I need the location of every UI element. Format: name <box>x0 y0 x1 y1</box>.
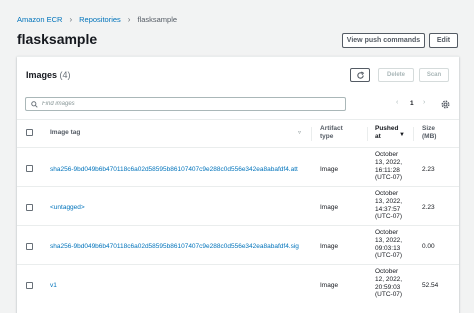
pushed-at-line: (UTC-07) <box>375 252 403 260</box>
breadcrumb-current: flasksample <box>137 14 178 24</box>
refresh-button[interactable] <box>350 68 370 82</box>
pushed-at-line: 13, 2022, <box>375 236 403 244</box>
column-header-artifact-type-line-2: type <box>320 133 334 140</box>
select-all-checkbox[interactable] <box>26 129 33 136</box>
images-title: Images <box>26 70 58 80</box>
scan-button[interactable]: Scan <box>419 68 449 82</box>
breadcrumb-repositories[interactable]: Repositories <box>79 15 121 24</box>
view-push-commands-button[interactable]: View push commands <box>342 33 425 48</box>
size: 52.54 <box>422 282 439 289</box>
search-input[interactable] <box>42 101 322 107</box>
pushed-at-line: 20:59:03 <box>375 283 401 291</box>
pushed-at-line: 14:37:57 <box>375 205 401 213</box>
breadcrumb-amazon-ecr[interactable]: Amazon ECR <box>17 15 62 24</box>
pushed-at-line: October <box>375 151 399 158</box>
size: 2.23 <box>422 204 435 211</box>
pushed-at: October 13, 2022, 14:37:57 (UTC-07) <box>375 190 402 221</box>
pushed-at-line: (UTC-07) <box>375 213 403 221</box>
pushed-at-line: (UTC-07) <box>375 174 403 182</box>
page-number[interactable]: 1 <box>410 100 414 107</box>
artifact-type: Image <box>320 243 339 250</box>
column-header-artifact-type[interactable]: Artifact type <box>320 125 343 141</box>
pushed-at-line: 09:03:13 <box>375 244 401 252</box>
column-header-image-tag[interactable]: Image tag <box>50 129 80 137</box>
chevron-right-icon: › <box>127 14 131 24</box>
column-header-size-line-1: Size <box>422 125 436 132</box>
column-divider <box>311 127 312 141</box>
pushed-at-line: October <box>375 190 399 197</box>
search-icon <box>31 100 38 108</box>
sort-icon[interactable]: ▿ <box>298 129 301 136</box>
sort-descending-icon[interactable]: ▼ <box>399 132 405 138</box>
size: 2.23 <box>422 166 435 173</box>
artifact-type: Image <box>320 282 339 289</box>
refresh-icon <box>356 70 364 79</box>
row-checkbox[interactable] <box>26 165 33 172</box>
size: 0.00 <box>422 243 435 250</box>
image-tag-link[interactable]: <untagged> <box>50 204 85 212</box>
pushed-at-line: October <box>375 268 399 275</box>
image-tag-link[interactable]: v1 <box>50 282 57 290</box>
divider <box>17 225 459 226</box>
divider <box>17 147 459 148</box>
row-checkbox[interactable] <box>26 282 33 289</box>
pushed-at-line: 12, 2022, <box>375 275 403 283</box>
column-divider <box>413 127 414 141</box>
chevron-right-icon: › <box>69 14 73 24</box>
previous-page-icon[interactable]: ‹ <box>396 99 398 106</box>
breadcrumb: Amazon ECR › Repositories › flasksample <box>17 13 177 25</box>
divider <box>17 264 459 265</box>
column-header-size[interactable]: Size (MB) <box>422 125 436 141</box>
page-title: flasksample <box>17 31 98 47</box>
divider <box>17 186 459 187</box>
pushed-at-line: (UTC-07) <box>375 291 403 299</box>
image-tag-link[interactable]: sha256-9bd049b6b470118c6a02d58595b861074… <box>50 243 299 251</box>
images-panel: Images (4) Delete Scan ‹ 1 › Image tag ▿… <box>17 56 459 313</box>
row-checkbox[interactable] <box>26 243 33 250</box>
pushed-at-line: 13, 2022, <box>375 158 403 166</box>
artifact-type: Image <box>320 166 339 173</box>
pushed-at-line: 13, 2022, <box>375 197 403 205</box>
settings-gear-icon[interactable] <box>441 100 450 109</box>
delete-button[interactable]: Delete <box>378 68 414 82</box>
image-tag-link[interactable]: sha256-9bd049b6b470118c6a02d58595b861074… <box>50 166 298 174</box>
artifact-type: Image <box>320 204 339 211</box>
pushed-at-line: October <box>375 229 399 236</box>
search-input-wrapper <box>25 97 346 111</box>
row-checkbox[interactable] <box>26 204 33 211</box>
pushed-at: October 13, 2022, 16:11:28 (UTC-07) <box>375 151 402 182</box>
column-header-pushed-at[interactable]: Pushed at <box>375 125 398 141</box>
pushed-at: October 12, 2022, 20:59:03 (UTC-07) <box>375 268 402 299</box>
divider <box>17 119 459 120</box>
images-count: (4) <box>59 70 71 80</box>
column-divider <box>367 127 368 141</box>
next-page-icon[interactable]: › <box>423 99 425 106</box>
images-heading: Images (4) <box>26 70 71 80</box>
edit-button[interactable]: Edit <box>429 33 458 48</box>
column-header-pushed-at-line-1: Pushed <box>375 125 399 132</box>
column-header-artifact-type-line-1: Artifact <box>320 125 343 132</box>
pushed-at-line: 16:11:28 <box>375 166 400 174</box>
column-header-pushed-at-line-2: at <box>375 133 381 140</box>
column-header-size-line-2: (MB) <box>422 133 437 140</box>
pushed-at: October 13, 2022, 09:03:13 (UTC-07) <box>375 229 402 260</box>
